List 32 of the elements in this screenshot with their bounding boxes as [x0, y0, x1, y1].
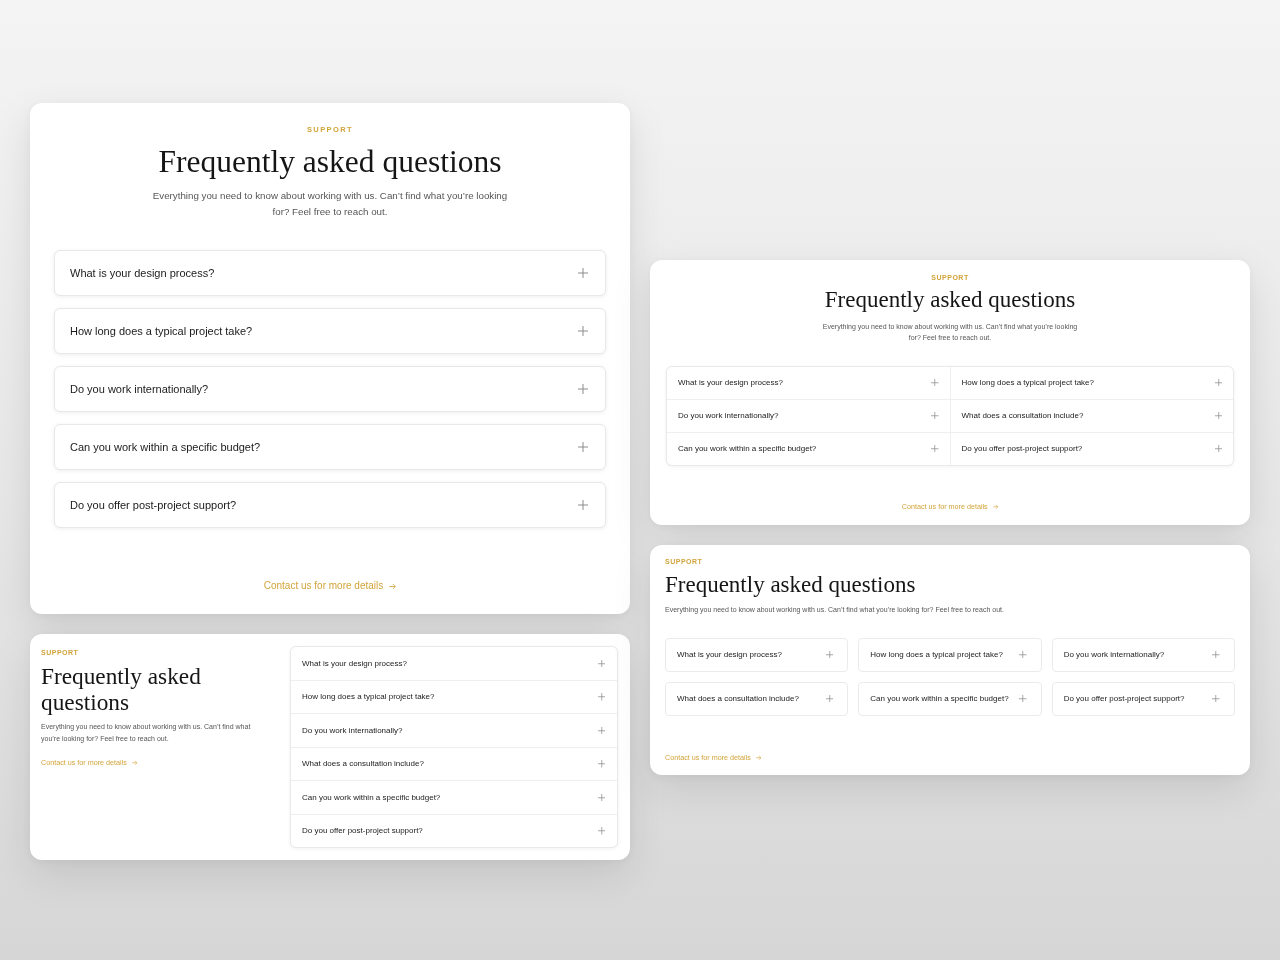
faq-item[interactable]: Do you work internationally?	[291, 714, 617, 747]
faq-item[interactable]: What does a consultation include?	[291, 747, 617, 780]
section-title: Frequently asked questions	[665, 571, 916, 598]
section-description: Everything you need to know about working with us. Can’t find what you’re looking for? Feel free to reach out.	[151, 189, 509, 219]
section-title: Frequently asked questions	[824, 287, 1076, 313]
faq-item[interactable]: What does a consultation include?	[950, 399, 1233, 432]
faq-item[interactable]: Can you work within a specific budget?	[858, 681, 1042, 716]
faq-item[interactable]: Do you work internationally?	[667, 399, 950, 432]
faq-item[interactable]: Can you work within a specific budget?	[667, 432, 950, 465]
faq-item[interactable]: What is your design process?	[667, 366, 950, 399]
arrow-icon	[131, 760, 138, 766]
faq-item[interactable]: What does a consultation include?	[665, 681, 849, 716]
section-title: Frequently asked questions	[158, 143, 502, 181]
faq-item[interactable]: How long does a typical project take?	[858, 637, 1042, 672]
section-title: Frequently asked questions	[41, 663, 202, 715]
faq-item[interactable]: What is your design process?	[291, 647, 617, 680]
faq-item[interactable]: Can you work within a specific budget?	[291, 781, 617, 814]
faq-item[interactable]: How long does a typical project take?	[54, 308, 606, 354]
faq-item[interactable]: Do you work internationally?	[54, 366, 606, 412]
faq-item[interactable]: Do you work internationally?	[1051, 637, 1235, 672]
arrow-icon	[992, 503, 999, 510]
faq-item[interactable]: How long does a typical project take?	[950, 366, 1233, 399]
faq-item[interactable]: What is your design process?	[665, 637, 849, 672]
arrow-icon	[389, 582, 397, 590]
faq-item[interactable]: Do you offer post-project support?	[291, 814, 617, 847]
faq-item[interactable]: What is your design process?	[54, 250, 606, 296]
faq-item[interactable]: Do you offer post-project support?	[54, 482, 606, 528]
faq-item[interactable]: Can you work within a specific budget?	[54, 424, 606, 470]
faq-item[interactable]: How long does a typical project take?	[291, 680, 617, 713]
arrow-icon	[755, 754, 762, 761]
faq-item[interactable]: Do you offer post-project support?	[1051, 681, 1235, 716]
faq-item[interactable]: Do you offer post-project support?	[950, 432, 1233, 465]
